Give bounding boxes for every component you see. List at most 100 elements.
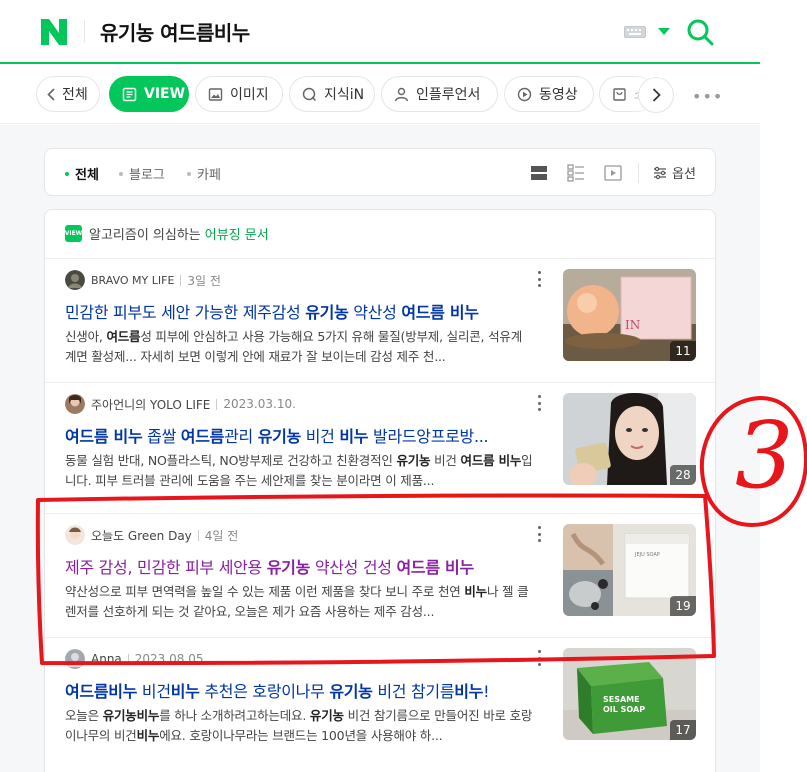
keyword-highlight: 유기농비누 bbox=[102, 708, 160, 723]
dropdown-arrow-icon[interactable] bbox=[658, 28, 670, 36]
text-segment: 비건 bbox=[137, 682, 171, 701]
image-count-badge: 17 bbox=[670, 720, 696, 740]
qna-icon bbox=[302, 87, 317, 101]
tab-video[interactable]: 동영상 bbox=[504, 76, 594, 112]
avatar[interactable] bbox=[65, 525, 85, 545]
view-doc-icon bbox=[122, 87, 137, 101]
result-title[interactable]: 제주 감성, 민감한 피부 세안용 유기농 약산성 건성 여드름 비누 bbox=[65, 554, 535, 578]
text-segment: 를 하나 소개하려고하는데요. bbox=[159, 708, 310, 723]
keyword-highlight: 여드름 bbox=[106, 329, 141, 344]
author-name[interactable]: 오늘도 Green Day bbox=[91, 527, 192, 544]
options-button[interactable]: 옵션 bbox=[653, 163, 696, 182]
result-meta: BRAVO MY LIFE 3일 전 bbox=[65, 270, 221, 290]
post-date: 3일 전 bbox=[187, 273, 221, 288]
result-thumbnail[interactable]: 28 bbox=[563, 393, 696, 485]
result-item: 오늘도 Green Day 4일 전 제주 감성, 민감한 피부 세안용 유기농… bbox=[45, 513, 715, 637]
list-view-icon[interactable] bbox=[529, 163, 549, 183]
text-segment: 추천은 호랑이나무 bbox=[199, 682, 330, 701]
result-item: 주아언니의 YOLO LIFE 2023.03.10. 여드름 비누 좁쌀 여드… bbox=[45, 382, 715, 506]
annotation-number: 3 bbox=[735, 402, 794, 509]
more-options-icon[interactable] bbox=[533, 271, 545, 287]
naver-n-logo[interactable] bbox=[41, 19, 67, 45]
abuse-document-link[interactable]: 어뷰징 문서 bbox=[205, 224, 269, 243]
options-label: 옵션 bbox=[672, 167, 696, 182]
avatar[interactable] bbox=[65, 649, 85, 669]
text-segment: 신생아, bbox=[65, 329, 107, 344]
more-options-icon[interactable] bbox=[533, 395, 545, 411]
filter-blog[interactable]: 블로그 bbox=[119, 164, 165, 183]
search-query[interactable]: 유기농 여드름비누 bbox=[100, 17, 250, 46]
text-segment: 제주 감성, 민감한 피부 세안용 bbox=[65, 558, 267, 577]
svg-text:SESAME: SESAME bbox=[603, 695, 640, 704]
result-thumbnail[interactable]: JEJU SOAP 19 bbox=[563, 524, 696, 616]
text-segment: ! bbox=[483, 682, 490, 701]
tab-all[interactable]: 전체 bbox=[36, 76, 100, 112]
result-item: Anna 2023.08.05. 여드름비누 비건비누 추천은 호랑이나무 유기… bbox=[45, 637, 715, 772]
svg-text:OIL SOAP: OIL SOAP bbox=[603, 705, 645, 714]
keyword-highlight: 비누 bbox=[170, 682, 200, 701]
tab-images[interactable]: 이미지 bbox=[195, 76, 283, 112]
keyboard-icon[interactable] bbox=[624, 26, 646, 38]
text-segment: 약산성으로 피부 면역력을 높일 수 있는 제품 이런 제품을 찾다 보니 주로… bbox=[65, 584, 465, 599]
author-name[interactable]: Anna bbox=[91, 652, 122, 666]
svg-text:IN: IN bbox=[625, 318, 640, 332]
filter-label: 전체 bbox=[75, 168, 99, 183]
meta-separator bbox=[197, 529, 199, 541]
text-segment: 약산성 건성 bbox=[310, 558, 397, 577]
filter-dot bbox=[187, 171, 191, 176]
result-meta: 주아언니의 YOLO LIFE 2023.03.10. bbox=[65, 394, 296, 414]
author-name[interactable]: 주아언니의 YOLO LIFE bbox=[91, 396, 210, 413]
options-divider bbox=[638, 163, 639, 183]
image-count-badge: 11 bbox=[670, 341, 696, 361]
video-view-icon[interactable] bbox=[603, 163, 623, 183]
result-title[interactable]: 여드름비누 비건비누 추천은 호랑이나무 유기농 비건 참기름비누! bbox=[65, 678, 535, 702]
tab-label: VIEW bbox=[144, 86, 186, 102]
result-thumbnail[interactable]: SESAME OIL SOAP 17 bbox=[563, 648, 696, 740]
avatar[interactable] bbox=[65, 270, 85, 290]
post-date: 2023.08.05. bbox=[134, 652, 208, 666]
tab-label: 지식iN bbox=[324, 87, 365, 103]
more-options-icon[interactable] bbox=[533, 526, 545, 542]
avatar[interactable] bbox=[65, 394, 85, 414]
tab-label: 동영상 bbox=[539, 87, 578, 103]
svg-text:JEJU SOAP: JEJU SOAP bbox=[634, 552, 660, 558]
filter-dot bbox=[119, 171, 123, 176]
text-segment: 좁쌀 bbox=[142, 427, 181, 446]
keyword-highlight: 여드름 비누 bbox=[396, 558, 475, 577]
filter-all[interactable]: 전체 bbox=[65, 164, 99, 183]
more-options-icon[interactable] bbox=[533, 650, 545, 666]
result-thumbnail[interactable]: IN 11 bbox=[563, 269, 696, 361]
image-count-badge: 28 bbox=[670, 465, 696, 485]
text-segment: 관리 bbox=[224, 427, 258, 446]
tab-view[interactable]: VIEW bbox=[109, 76, 189, 112]
tab-kin[interactable]: 지식iN bbox=[289, 76, 375, 112]
result-title[interactable]: 여드름 비누 좁쌀 여드름관리 유기농 비건 비누 발라드앙프로방... bbox=[65, 423, 535, 447]
filter-label: 카페 bbox=[197, 168, 221, 183]
meta-separator bbox=[127, 653, 129, 665]
shopping-bag-icon bbox=[613, 87, 626, 101]
tab-scroll-next-button[interactable] bbox=[638, 77, 674, 113]
tab-label: 전체 bbox=[62, 87, 88, 103]
keyword-highlight: 비누 bbox=[454, 682, 484, 701]
meta-separator bbox=[180, 274, 182, 286]
person-icon bbox=[394, 87, 409, 101]
text-segment: 약산성 bbox=[348, 303, 402, 322]
chevron-left-icon bbox=[47, 87, 55, 101]
post-date: 2023.03.10. bbox=[223, 397, 296, 411]
result-title[interactable]: 민감한 피부도 세안 가능한 제주감성 유기농 약산성 여드름 비누 bbox=[65, 299, 535, 323]
keyword-highlight: 비누 bbox=[464, 584, 487, 599]
image-icon bbox=[208, 87, 223, 101]
tab-influencer[interactable]: 인플루언서 bbox=[381, 76, 498, 112]
search-icon[interactable] bbox=[686, 18, 714, 46]
result-meta: Anna 2023.08.05. bbox=[65, 649, 207, 669]
more-tabs-icon[interactable]: ••• bbox=[692, 87, 723, 106]
filter-cafe[interactable]: 카페 bbox=[187, 164, 221, 183]
keyword-highlight: 유기농 bbox=[266, 558, 311, 577]
author-name[interactable]: BRAVO MY LIFE bbox=[91, 274, 174, 287]
text-segment: 민감한 피부도 세안 가능한 제주감성 bbox=[65, 303, 306, 322]
header-divider bbox=[84, 20, 85, 42]
text-segment: 비건 bbox=[300, 427, 340, 446]
search-header: 유기농 여드름비누 bbox=[0, 0, 760, 64]
compact-view-icon[interactable] bbox=[566, 163, 586, 183]
meta-separator bbox=[216, 398, 218, 410]
